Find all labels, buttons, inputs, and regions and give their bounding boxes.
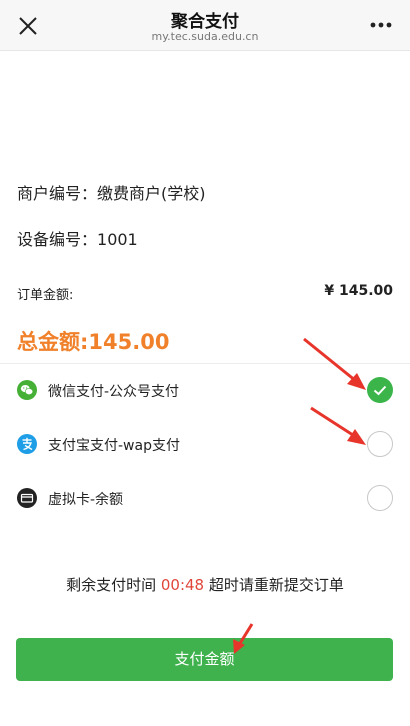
- radio-unselected[interactable]: [367, 431, 393, 457]
- timer-countdown: 00:48: [160, 576, 205, 594]
- payment-option-label: 微信支付-公众号支付: [48, 384, 180, 400]
- page-title: 聚合支付: [171, 12, 239, 32]
- payment-option-virtual-card[interactable]: 虚拟卡-余额: [0, 474, 410, 524]
- order-amount-value: ¥ 145.00: [324, 283, 393, 299]
- order-amount-label: 订单金额:: [17, 288, 74, 303]
- merchant-label: 商户编号：: [17, 184, 98, 203]
- payment-timer: 剩余支付时间 00:48 超时请重新提交订单: [0, 574, 410, 595]
- timer-prefix: 剩余支付时间: [66, 576, 157, 594]
- page-url: my.tec.suda.edu.cn: [151, 30, 259, 43]
- pay-button[interactable]: 支付金额: [16, 638, 393, 681]
- merchant-value: 缴费商户(学校): [97, 184, 206, 203]
- annotation-arrow-icon: [303, 337, 366, 390]
- payment-option-label: 支付宝支付-wap支付: [48, 438, 180, 454]
- nav-bar: 聚合支付 my.tec.suda.edu.cn: [0, 0, 410, 51]
- annotation-arrow-icon: [310, 406, 366, 445]
- merchant-info: 商户编号：缴费商户(学校): [17, 180, 206, 204]
- alipay-icon: [17, 434, 37, 454]
- device-value: 1001: [97, 230, 138, 249]
- radio-unselected[interactable]: [367, 485, 393, 511]
- wechat-icon: [17, 380, 37, 400]
- annotation-arrow-icon: [233, 623, 254, 654]
- device-info: 设备编号：1001: [17, 226, 138, 250]
- device-label: 设备编号：: [17, 230, 98, 249]
- card-icon: [17, 488, 37, 508]
- timer-suffix: 超时请重新提交订单: [208, 576, 344, 594]
- more-icon[interactable]: [368, 14, 394, 36]
- payment-option-label: 虚拟卡-余额: [48, 492, 124, 508]
- total-amount: 总金额:145.00: [17, 330, 170, 354]
